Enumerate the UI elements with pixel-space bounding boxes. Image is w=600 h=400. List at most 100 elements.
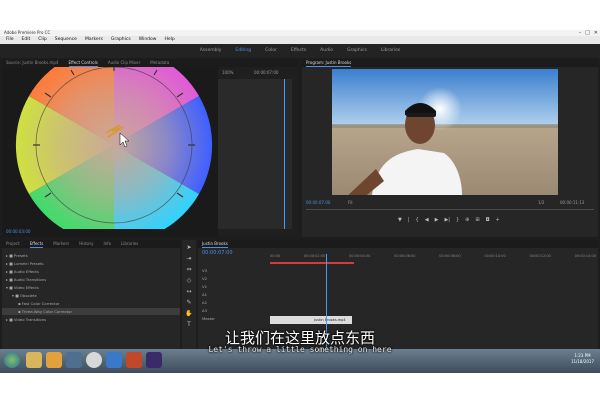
list-item[interactable]: ▸ ■ Audio Effects xyxy=(2,268,180,275)
pen-tool-icon[interactable]: ✎ xyxy=(186,299,191,306)
program-scrubber[interactable] xyxy=(306,209,594,210)
track-v2[interactable]: V2 xyxy=(202,276,266,284)
menu-file[interactable]: File xyxy=(6,36,14,44)
track-v3[interactable]: V3 xyxy=(202,268,266,276)
play-icon[interactable]: ▶ xyxy=(435,217,439,225)
list-item[interactable]: ▾ ■ Video Effects xyxy=(2,284,180,291)
track-a2[interactable]: A2 xyxy=(202,300,266,308)
file-explorer-icon[interactable] xyxy=(26,352,42,368)
tab-info[interactable]: Info xyxy=(103,240,111,248)
tab-project[interactable]: Project xyxy=(6,240,20,248)
keyframe-area[interactable] xyxy=(218,79,292,229)
app-icon[interactable] xyxy=(66,352,82,368)
button-editor-icon[interactable]: + xyxy=(496,217,500,225)
list-item[interactable]: ▾ ■ Obsolete xyxy=(2,292,180,299)
ruler-label: 00:00:14:00 xyxy=(574,254,596,258)
folder-icon: ▸ ■ xyxy=(6,269,14,274)
window-title: Adobe Premiere Pro CC xyxy=(4,30,51,35)
track-headers: V3 V2 V1 A1 A2 A3 Master xyxy=(202,268,266,324)
list-item[interactable]: ▸ ■ Presets xyxy=(2,252,180,259)
video-frame xyxy=(332,69,558,195)
list-item-selected[interactable]: ▪ Three-Way Color Corrector xyxy=(2,308,180,315)
clock-date: 11/18/2017 xyxy=(570,359,594,364)
system-clock[interactable]: 1:23 PM 11/18/2017 xyxy=(571,353,594,365)
mark-in-icon[interactable]: ▼ xyxy=(398,217,402,225)
ripple-edit-icon[interactable]: ⇔ xyxy=(186,266,191,273)
menu-sequence[interactable]: Sequence xyxy=(55,36,77,44)
folder-icon[interactable] xyxy=(46,352,62,368)
menu-markers[interactable]: Markers xyxy=(85,36,103,44)
tab-audio-clip-mixer[interactable]: Audio Clip Mixer xyxy=(108,59,140,67)
source-panel: Source: Justin Brooks.mp4 Effect Control… xyxy=(2,59,298,237)
tab-source[interactable]: Source: Justin Brooks.mp4 xyxy=(6,59,59,67)
source-playhead[interactable] xyxy=(284,79,285,229)
list-item[interactable]: ▸ ■ Audio Transitions xyxy=(2,276,180,283)
workspace-libraries[interactable]: Libraries xyxy=(381,44,400,58)
menu-help[interactable]: Help xyxy=(164,36,174,44)
insert-icon[interactable]: ⊕ xyxy=(465,217,469,225)
folder-icon: ▸ ■ xyxy=(6,253,14,258)
tab-metadata[interactable]: Metadata xyxy=(150,59,169,67)
project-tabs: Project Effects Markers History Info Lib… xyxy=(2,240,180,248)
tab-history[interactable]: History xyxy=(79,240,93,248)
tab-libraries[interactable]: Libraries xyxy=(121,240,138,248)
program-timecode[interactable]: 00:00:07:00 xyxy=(306,200,330,205)
step-forward-icon[interactable]: ▶| xyxy=(444,217,450,225)
program-title[interactable]: Program: Justin Brooks xyxy=(306,59,352,67)
track-select-icon[interactable]: ⇥ xyxy=(186,255,191,262)
tab-effects[interactable]: Effects xyxy=(29,240,44,248)
menu-clip[interactable]: Clip xyxy=(38,36,47,44)
effect-timecode[interactable]: 00:00:03:00 xyxy=(6,229,30,234)
track-a1[interactable]: A1 xyxy=(202,292,266,300)
selection-tool-icon[interactable]: ➤ xyxy=(186,244,191,251)
workspace-effects[interactable]: Effects xyxy=(291,44,306,58)
premiere-window: Adobe Premiere Pro CC – □ ✕ File Edit Cl… xyxy=(0,30,600,373)
mark-out-icon[interactable]: | xyxy=(408,217,410,225)
list-item[interactable]: ▸ ■ Lumetri Presets xyxy=(2,260,180,267)
track-master[interactable]: Master xyxy=(202,316,266,324)
start-button-icon[interactable] xyxy=(4,352,20,368)
tab-effect-controls[interactable]: Effect Controls xyxy=(68,59,98,67)
track-v1[interactable]: V1 xyxy=(202,284,266,292)
ruler-label: 00:00:02:00 xyxy=(303,254,326,258)
timeline-timecode[interactable]: 00:00:07:00 xyxy=(202,250,233,256)
track-a3[interactable]: A3 xyxy=(202,308,266,316)
menu-edit[interactable]: Edit xyxy=(22,36,31,44)
go-to-out-icon[interactable]: } xyxy=(456,217,459,225)
step-back-icon[interactable]: ◀ xyxy=(425,217,429,225)
transport-controls: ▼ | { ◀ ▶ ▶| } ⊕ ⊞ ◘ + xyxy=(398,217,500,225)
workspace-audio[interactable]: Audio xyxy=(320,44,333,58)
sequence-tab[interactable]: Justin Brooks xyxy=(202,240,228,248)
razor-icon[interactable]: ◇ xyxy=(187,277,192,284)
export-frame-icon[interactable]: ◘ xyxy=(486,217,490,225)
premiere-pro-icon[interactable] xyxy=(146,352,162,368)
slip-tool-icon[interactable]: ↔ xyxy=(186,288,191,295)
list-item[interactable]: ▸ ■ Video Transitions xyxy=(2,316,180,323)
color-wheel-area xyxy=(2,67,218,237)
workspace-graphics[interactable]: Graphics xyxy=(347,44,367,58)
browser-icon[interactable] xyxy=(86,352,102,368)
quality-dropdown[interactable]: 1/2 xyxy=(538,200,544,205)
hand-tool-icon[interactable]: ✋ xyxy=(185,310,192,317)
program-duration: 00:00:11:13 xyxy=(560,200,585,205)
time-ruler[interactable]: 00:00 00:00:02:00 00:00:04:00 00:00:06:0… xyxy=(270,254,596,262)
render-bar xyxy=(270,262,354,264)
list-item[interactable]: ▪ Fast Color Corrector xyxy=(2,300,180,307)
video-clip[interactable]: Justin Brooks.mp4 xyxy=(270,316,352,324)
workspace-assembly[interactable]: Assembly xyxy=(200,44,222,58)
tab-markers[interactable]: Markers xyxy=(53,240,69,248)
workspace-color[interactable]: Color xyxy=(265,44,277,58)
menu-window[interactable]: Window xyxy=(139,36,157,44)
menu-graphics[interactable]: Graphics xyxy=(111,36,131,44)
subtitle-english: Let's throw a little something on here xyxy=(208,345,392,354)
app-icon[interactable] xyxy=(126,352,142,368)
program-tabs: Program: Justin Brooks xyxy=(302,59,598,67)
app-icon[interactable] xyxy=(106,352,122,368)
color-wheel-svg[interactable] xyxy=(2,67,218,237)
workspace-editing[interactable]: Editing xyxy=(235,44,251,58)
fit-dropdown[interactable]: Fit xyxy=(348,200,353,205)
overwrite-icon[interactable]: ⊞ xyxy=(475,217,479,225)
zoom-level[interactable]: 100% xyxy=(222,70,233,75)
go-to-in-icon[interactable]: { xyxy=(416,217,419,225)
workspace-bar: Assembly Editing Color Effects Audio Gra… xyxy=(0,44,600,58)
